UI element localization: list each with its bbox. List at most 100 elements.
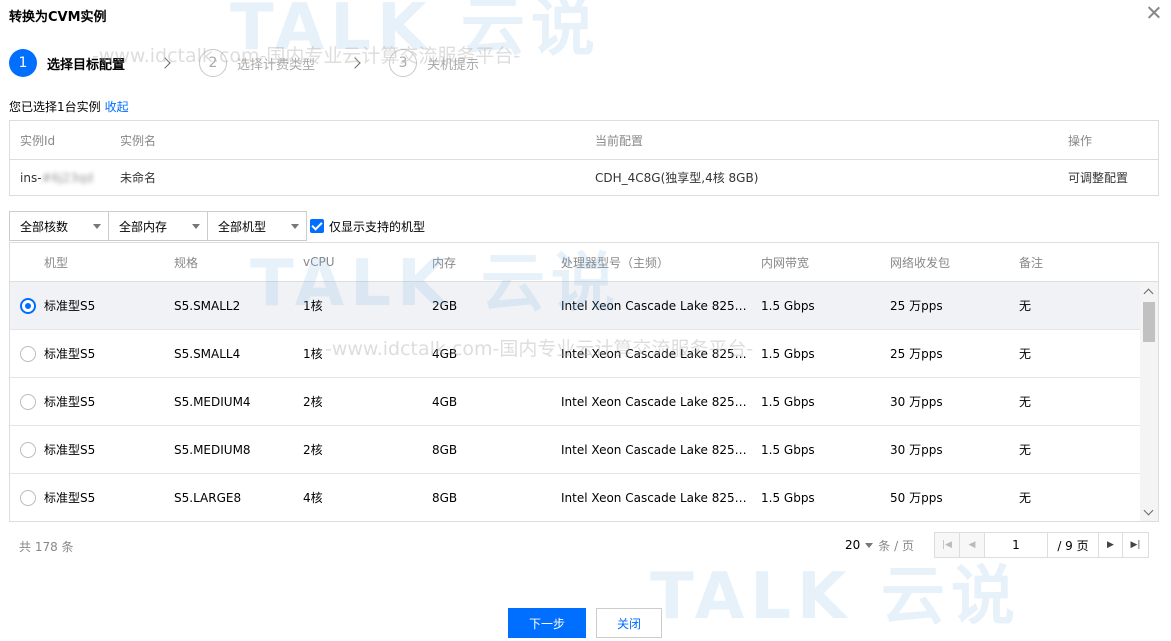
cell-vcpu: 4核 [303,491,323,505]
next-page-icon[interactable]: ▶ [1097,533,1123,557]
step-3: 3 关机提示 [389,49,479,77]
step-3-number: 3 [389,49,418,77]
close-button[interactable]: 关闭 [596,608,662,638]
cell-vcpu: 1核 [303,299,323,313]
cores-filter-select[interactable]: 全部核数 [9,211,109,241]
table-row[interactable]: 标准型S5 S5.SMALL2 1核 2GB Intel Xeon Cascad… [10,282,1141,330]
cell-note: 无 [1019,395,1032,409]
chevron-right-icon [349,57,361,69]
cell-pps: 30 万pps [890,395,943,409]
cell-note: 无 [1019,299,1032,313]
caret-down-icon [865,542,874,548]
cell-cpu-type: Intel Xeon Cascade Lake 8255... [561,442,754,457]
filter-bar: 全部核数 全部内存 全部机型 仅显示支持的机型 [9,211,425,241]
model-table: 机型 规格 vCPU 内存 处理器型号（主频） 内网带宽 网络收发包 备注 标准… [9,242,1159,522]
cell-memory: 8GB [432,442,458,457]
cell-bandwidth: 1.5 Gbps [761,442,815,457]
page-number-input[interactable] [984,533,1048,557]
cell-note: 无 [1019,443,1032,457]
step-2-label: 选择计费类型 [237,57,316,73]
model-filter-select[interactable]: 全部机型 [207,211,307,241]
total-pages: / 9 页 [1057,538,1089,553]
page-size-select[interactable]: 20 条 / 页 [845,537,914,554]
cell-pps: 50 万pps [890,491,943,505]
selected-summary: 您已选择1台实例 收起 [9,98,129,115]
memory-filter-value: 全部内存 [119,219,168,234]
cell-cpu-type: Intel Xeon Cascade Lake 8255... [561,394,754,409]
header-model-type: 机型 [44,255,69,270]
instance-id-prefix: ins- [20,170,42,185]
cell-memory: 4GB [432,394,458,409]
cell-cpu-type: Intel Xeon Cascade Lake 8255... [561,298,754,313]
total-count: 共 178 条 [19,540,74,554]
cell-bandwidth: 1.5 Gbps [761,298,815,313]
model-table-header: 机型 规格 vCPU 内存 处理器型号（主频） 内网带宽 网络收发包 备注 [10,243,1158,282]
instance-table: 实例Id 实例名 当前配置 操作 ins-#6j23qd 未命名 CDH_4C8… [9,120,1159,196]
instance-name: 未命名 [120,171,157,185]
row-radio[interactable] [20,489,36,506]
last-page-icon[interactable]: ▶| [1122,533,1148,557]
scrollbar-thumb[interactable] [1143,302,1155,342]
page-size-value: 20 [845,538,861,552]
step-3-label: 关机提示 [427,57,480,73]
caret-down-icon [291,224,299,229]
table-row[interactable]: 标准型S5 S5.LARGE8 4核 8GB Intel Xeon Cascad… [10,474,1141,521]
cell-model-type: 标准型S5 [44,491,96,505]
scroll-down-icon[interactable] [1143,505,1154,516]
next-step-button[interactable]: 下一步 [508,608,586,638]
table-row[interactable]: 标准型S5 S5.MEDIUM4 2核 4GB Intel Xeon Casca… [10,378,1141,426]
step-2: 2 选择计费类型 [199,49,315,77]
row-radio[interactable] [20,441,36,458]
chevron-right-icon [159,57,171,69]
caret-down-icon [192,224,200,229]
cell-model-type: 标准型S5 [44,395,96,409]
row-radio[interactable] [20,393,36,410]
header-instance-id: 实例Id [20,133,56,148]
only-supported-checkbox[interactable] [310,219,324,233]
collapse-link[interactable]: 收起 [105,100,129,114]
caret-down-icon [93,224,101,229]
pagination: 20 条 / 页 |◀ ◀ / 9 页 ▶ ▶| [845,532,1149,558]
instance-table-header: 实例Id 实例名 当前配置 操作 [10,121,1158,160]
cell-bandwidth: 1.5 Gbps [761,490,815,505]
first-page-icon[interactable]: |◀ [934,533,960,557]
cores-filter-value: 全部核数 [20,219,69,234]
memory-filter-select[interactable]: 全部内存 [108,211,208,241]
cell-vcpu: 2核 [303,395,323,409]
cell-pps: 25 万pps [890,347,943,361]
row-radio[interactable] [20,297,36,314]
header-pps: 网络收发包 [890,255,951,270]
cell-spec: S5.LARGE8 [174,490,242,505]
cell-model-type: 标准型S5 [44,443,96,457]
selected-count-text: 您已选择1台实例 [9,100,101,114]
cell-spec: S5.SMALL2 [174,298,241,313]
close-icon[interactable] [1145,4,1163,22]
cell-memory: 4GB [432,346,458,361]
watermark-logo: TALK 云说 [650,560,1021,634]
cell-spec: S5.MEDIUM4 [174,394,251,409]
page-nav: |◀ ◀ / 9 页 ▶ ▶| [933,532,1149,558]
instance-id: ins-#6j23qd [10,171,110,185]
row-radio[interactable] [20,345,36,362]
cell-note: 无 [1019,347,1032,361]
step-1: 1 选择目标配置 [9,49,125,77]
step-1-label: 选择目标配置 [47,57,126,73]
cell-pps: 25 万pps [890,299,943,313]
adjust-config-action[interactable]: 可调整配置 [1058,169,1158,186]
table-scrollbar[interactable] [1140,282,1158,521]
table-row[interactable]: 标准型S5 S5.MEDIUM8 2核 8GB Intel Xeon Casca… [10,426,1141,474]
cell-model-type: 标准型S5 [44,299,96,313]
scroll-up-icon[interactable] [1143,288,1154,299]
step-2-number: 2 [199,49,228,77]
cell-vcpu: 2核 [303,443,323,457]
prev-page-icon[interactable]: ◀ [959,533,985,557]
cell-spec: S5.SMALL4 [174,346,241,361]
header-instance-name: 实例名 [120,133,157,148]
cell-cpu-type: Intel Xeon Cascade Lake 8255... [561,346,754,361]
instance-config: CDH_4C8G(独享型,4核 8GB) [595,171,759,185]
row-radio-cell [10,345,44,362]
header-current-config: 当前配置 [595,133,644,148]
table-row[interactable]: 标准型S5 S5.SMALL4 1核 4GB Intel Xeon Cascad… [10,330,1141,378]
cell-cpu-type: Intel Xeon Cascade Lake 8255... [561,490,754,505]
header-memory: 内存 [432,255,457,270]
